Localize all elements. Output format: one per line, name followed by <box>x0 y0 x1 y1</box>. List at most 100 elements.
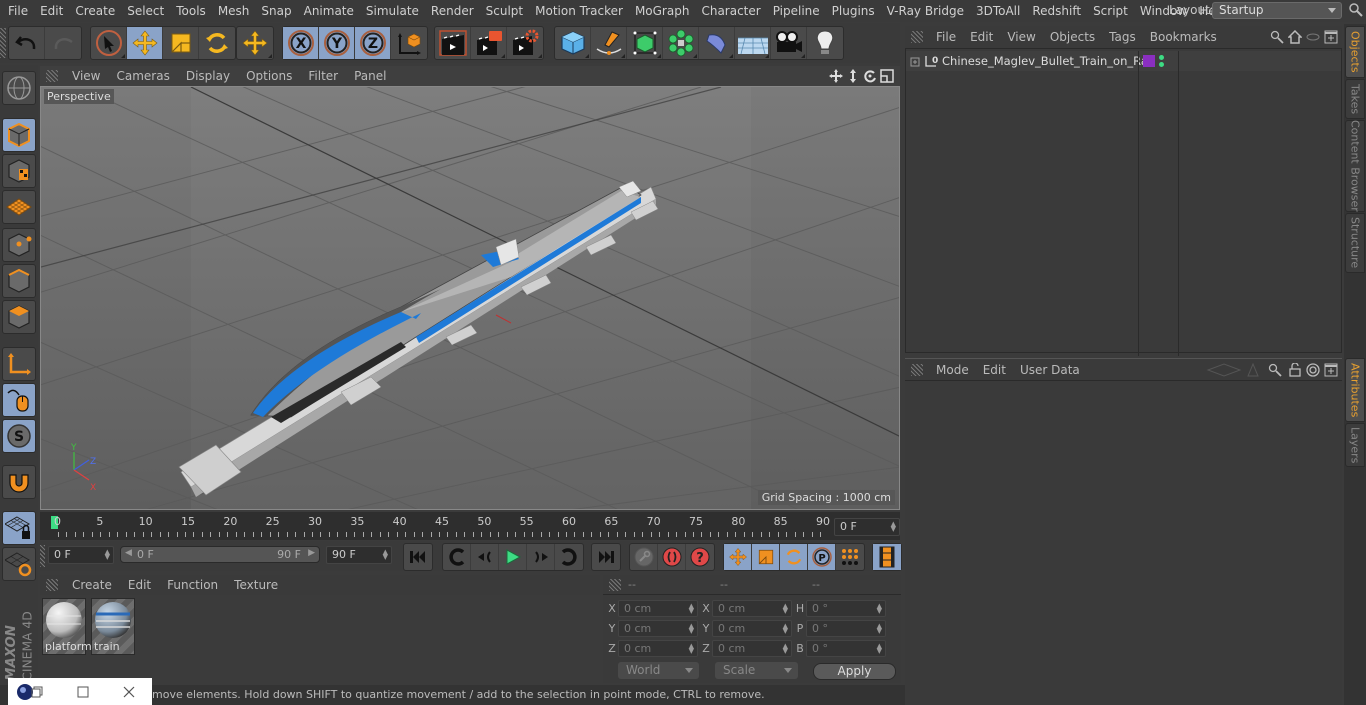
tweak-mode-button[interactable] <box>2 383 36 417</box>
menu-create[interactable]: Create <box>69 4 121 18</box>
objects-menu-tags[interactable]: Tags <box>1102 30 1143 44</box>
rotate-button[interactable] <box>199 27 235 59</box>
axis-mode-button[interactable] <box>2 347 36 381</box>
light-button[interactable] <box>807 27 843 59</box>
move-button[interactable] <box>127 27 163 59</box>
objects-menu-view[interactable]: View <box>1000 30 1042 44</box>
key-scale-button[interactable] <box>752 544 780 570</box>
search-icon[interactable] <box>1348 2 1364 18</box>
z-axis-button[interactable]: Z <box>355 27 391 59</box>
rotation-h-field[interactable]: 0 ° ▲ ▼ <box>806 600 886 617</box>
search-icon[interactable] <box>1270 30 1284 44</box>
3d-viewport[interactable]: Y Z X Perspective Grid Spacing : 1000 cm <box>40 86 900 510</box>
key-position-button[interactable] <box>724 544 752 570</box>
material-menu-edit[interactable]: Edit <box>120 578 159 592</box>
back-arrow-icon[interactable] <box>1206 362 1242 377</box>
previous-frame-button[interactable] <box>471 544 499 570</box>
menu-3dtoall[interactable]: 3DToAll <box>970 4 1026 18</box>
workplane-button[interactable] <box>2 190 36 224</box>
tab-attributes[interactable]: Attributes <box>1345 358 1365 422</box>
menu-motion-tracker[interactable]: Motion Tracker <box>529 4 629 18</box>
objects-menu-objects[interactable]: Objects <box>1043 30 1102 44</box>
tab-takes[interactable]: Takes <box>1345 79 1365 119</box>
new-panel-icon[interactable] <box>1324 30 1338 44</box>
viewport-menu-options[interactable]: Options <box>238 69 300 83</box>
menu-tools[interactable]: Tools <box>170 4 212 18</box>
texture-mode-button[interactable] <box>2 154 36 188</box>
current-frame-field[interactable]: 0 F ▲ ▼ <box>834 518 900 536</box>
menu-edit[interactable]: Edit <box>34 4 69 18</box>
subdivision-button[interactable] <box>627 27 663 59</box>
zoom-view-icon[interactable] <box>846 69 860 83</box>
edges-mode-button[interactable] <box>2 264 36 298</box>
key-parameter-button[interactable]: P <box>808 544 836 570</box>
lock-icon[interactable] <box>1288 362 1302 377</box>
render-view-button[interactable] <box>435 27 471 59</box>
material-menu-function[interactable]: Function <box>159 578 226 592</box>
cube-button[interactable] <box>555 27 591 59</box>
redo-button[interactable] <box>45 27 81 59</box>
render-picture-viewer-button[interactable] <box>471 27 507 59</box>
expand-icon[interactable] <box>910 55 922 67</box>
menu-mograph[interactable]: MoGraph <box>629 4 696 18</box>
visibility-icon[interactable] <box>1306 30 1320 44</box>
layout-select[interactable]: Startup <box>1212 2 1342 19</box>
rotation-p-field[interactable]: 0 ° ▲ ▼ <box>806 620 886 637</box>
material-menu-create[interactable]: Create <box>64 578 120 592</box>
objects-menu-edit[interactable]: Edit <box>963 30 1000 44</box>
points-mode-button[interactable] <box>2 228 36 262</box>
range-right-arrow-icon[interactable]: ▶ <box>308 548 315 558</box>
viewport-menu-panel[interactable]: Panel <box>346 69 394 83</box>
live-selection-button[interactable] <box>91 27 127 59</box>
material-grip[interactable] <box>46 579 58 591</box>
snap-magnet-button[interactable] <box>2 465 36 499</box>
home-icon[interactable] <box>1288 30 1302 44</box>
menu-mesh[interactable]: Mesh <box>212 4 256 18</box>
viewport-menu-view[interactable]: View <box>64 69 108 83</box>
restore-icon[interactable] <box>31 686 43 698</box>
objects-grip[interactable] <box>911 31 923 43</box>
up-arrow-icon[interactable] <box>1246 362 1260 377</box>
viewport-menu-filter[interactable]: Filter <box>300 69 346 83</box>
recent-tool-button[interactable] <box>237 27 273 59</box>
new-panel-icon[interactable] <box>1324 363 1338 377</box>
play-button[interactable] <box>499 544 527 570</box>
solo-button[interactable]: S <box>2 419 36 453</box>
menu-sculpt[interactable]: Sculpt <box>480 4 529 18</box>
menu-animate[interactable]: Animate <box>298 4 360 18</box>
record-active-button[interactable] <box>630 544 658 570</box>
menu-file[interactable]: File <box>0 4 34 18</box>
coordinate-space-dropdown[interactable]: World <box>618 662 699 679</box>
x-axis-button[interactable]: X <box>283 27 319 59</box>
attributes-grip[interactable] <box>911 363 923 376</box>
go-to-end-button[interactable] <box>592 544 620 570</box>
coordinates-grip[interactable] <box>609 578 621 591</box>
rotate-view-icon[interactable] <box>863 69 877 83</box>
menu-vray-bridge[interactable]: V-Ray Bridge <box>881 4 970 18</box>
next-frame-button[interactable] <box>527 544 555 570</box>
editor-visibility-dot[interactable] <box>1159 55 1164 60</box>
model-mode-button[interactable] <box>2 118 36 152</box>
size-mode-dropdown[interactable]: Scale <box>715 662 798 679</box>
start-frame-field[interactable]: 0 F ▲ ▼ <box>48 546 114 564</box>
menu-snap[interactable]: Snap <box>255 4 297 18</box>
viewport-grip[interactable] <box>46 70 58 82</box>
menu-redshift[interactable]: Redshift <box>1026 4 1087 18</box>
menu-script[interactable]: Script <box>1087 4 1134 18</box>
menu-simulate[interactable]: Simulate <box>360 4 425 18</box>
material-train[interactable]: train <box>91 598 135 655</box>
apply-button[interactable]: Apply <box>813 663 896 680</box>
size-y-field[interactable]: 0 cm ▲ ▼ <box>712 620 792 637</box>
viewport-menu-cameras[interactable]: Cameras <box>108 69 177 83</box>
timeline-ruler[interactable]: 0 5 10 15 20 25 30 35 40 45 50 55 60 65 70 75 80 85 90 0 F… <box>40 512 900 540</box>
objects-menu-bookmarks[interactable]: Bookmarks <box>1143 30 1224 44</box>
rotation-b-field[interactable]: 0 ° ▲ ▼ <box>806 640 886 657</box>
attributes-menu-user-data[interactable]: User Data <box>1013 363 1087 377</box>
key-rotation-button[interactable] <box>780 544 808 570</box>
viewport-menu-display[interactable]: Display <box>178 69 238 83</box>
autokey-button[interactable] <box>658 544 686 570</box>
menu-render[interactable]: Render <box>425 4 480 18</box>
timeline-window-button[interactable] <box>873 544 901 570</box>
go-to-start-button[interactable] <box>404 544 432 570</box>
tab-layers[interactable]: Layers <box>1345 423 1365 467</box>
